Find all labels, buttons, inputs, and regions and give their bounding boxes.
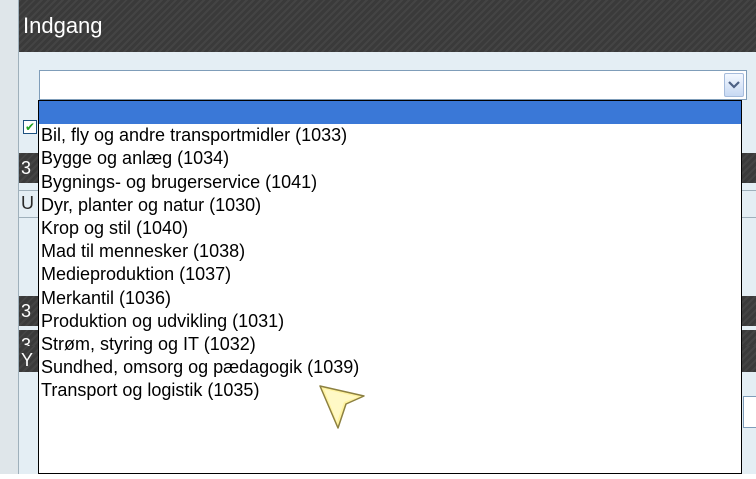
dropdown-option[interactable]: Merkantil (1036) xyxy=(39,287,741,310)
dropdown-option[interactable]: Mad til mennesker (1038) xyxy=(39,240,741,263)
chevron-down-icon xyxy=(728,81,740,89)
dropdown-option[interactable]: Transport og logistik (1035) xyxy=(39,379,741,402)
dropdown-option[interactable]: Bygge og anlæg (1034) xyxy=(39,147,741,170)
section-header-letter: Y xyxy=(21,350,34,370)
indgang-dropdown-list[interactable]: Bil, fly og andre transportmidler (1033)… xyxy=(38,100,742,474)
panel-title: Indgang xyxy=(23,13,103,38)
indgang-select[interactable] xyxy=(39,70,747,100)
dropdown-option[interactable]: Krop og stil (1040) xyxy=(39,217,741,240)
text-input-edge[interactable] xyxy=(743,396,756,428)
dropdown-option[interactable]: Bil, fly og andre transportmidler (1033) xyxy=(39,124,741,147)
dropdown-option[interactable]: Strøm, styring og IT (1032) xyxy=(39,333,741,356)
dropdown-toggle-button[interactable] xyxy=(724,73,744,97)
dropdown-option[interactable]: Dyr, planter og natur (1030) xyxy=(39,194,741,217)
filter-checkbox[interactable]: ✔ xyxy=(23,120,37,134)
window-background: Indgang ✔ 3 U 3 3 Y Uddannelsesinstituti… xyxy=(0,0,756,478)
dropdown-option[interactable]: Medieproduktion (1037) xyxy=(39,263,741,286)
section-letter: U xyxy=(21,193,34,213)
mouse-pointer-icon xyxy=(319,385,365,429)
dropdown-option[interactable]: Bygnings- og brugerservice (1041) xyxy=(39,171,741,194)
section-header-letter: 3 xyxy=(21,301,32,321)
dropdown-option[interactable] xyxy=(39,101,741,125)
dropdown-option[interactable]: Sundhed, omsorg og pædagogik (1039) xyxy=(39,356,741,379)
panel-header: Indgang xyxy=(19,0,756,52)
dropdown-option[interactable]: Produktion og udvikling (1031) xyxy=(39,310,741,333)
section-header-letter: 3 xyxy=(21,158,32,178)
